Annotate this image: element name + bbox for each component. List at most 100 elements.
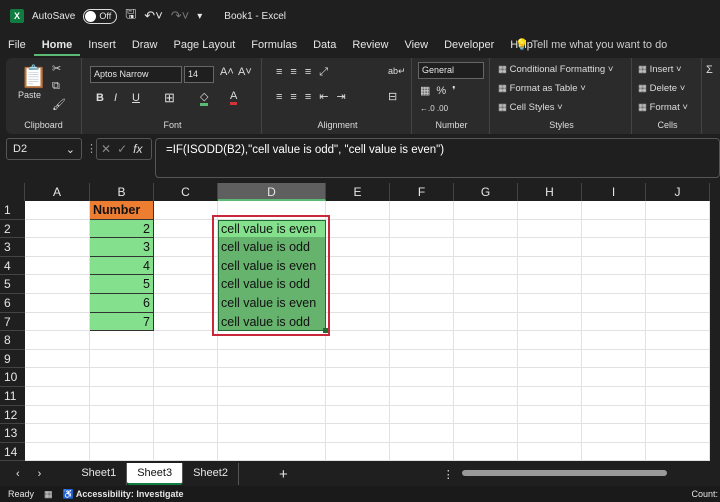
cell-H12[interactable] [518,405,582,425]
decimal-icons[interactable]: ←.0 .00 [420,104,448,113]
cell-I13[interactable] [582,424,646,443]
cell-C5[interactable] [154,275,218,294]
row-header-9[interactable]: 9 [0,349,25,369]
cell-A4[interactable] [25,256,90,276]
number-format-icons[interactable]: ▦%❜ [420,84,462,97]
cell-F12[interactable] [390,405,454,425]
cell-I9[interactable] [582,349,646,369]
cell-A12[interactable] [25,405,90,425]
cell-I8[interactable] [582,331,646,350]
cell-J14[interactable] [646,442,710,461]
spreadsheet-grid[interactable]: A B C D E F G H I J 1 Number 2 2 cell value is even 3 3 c… [0,183,710,461]
row-header-2[interactable]: 2 [0,219,25,239]
accessibility-status[interactable]: ♿ Accessibility: Investigate [63,489,184,500]
format-as-table-button[interactable]: ▦ Format as Table ˅ [498,83,586,94]
cell-E13[interactable] [326,424,390,443]
cell-I3[interactable] [582,238,646,257]
cell-H10[interactable] [518,368,582,387]
cell-C7[interactable] [154,312,218,332]
cell-J9[interactable] [646,349,710,369]
cell-H6[interactable] [518,294,582,313]
formula-bar[interactable]: =IF(ISODD(B2),"cell value is odd", "cell… [155,138,720,178]
tab-draw[interactable]: Draw [124,36,166,56]
tab-review[interactable]: Review [344,36,396,56]
tell-me-search[interactable]: 💡 Tell me what you want to do [515,38,667,51]
cell-G6[interactable] [454,294,518,313]
cell-G2[interactable] [454,219,518,239]
cell-H13[interactable] [518,424,582,443]
cell-B9[interactable] [90,349,154,369]
font-name-select[interactable]: Aptos Narrow [90,66,182,83]
cell-J5[interactable] [646,275,710,294]
cell-B11[interactable] [90,387,154,406]
cell-E7[interactable] [326,312,390,332]
cell-H7[interactable] [518,312,582,332]
cell-F9[interactable] [390,349,454,369]
tab-page-layout[interactable]: Page Layout [165,36,243,56]
cell-C3[interactable] [154,238,218,257]
font-color-icon[interactable]: A [230,90,238,105]
format-button[interactable]: ▦ Format ˅ [638,102,688,113]
cell-E14[interactable] [326,442,390,461]
cell-I6[interactable] [582,294,646,313]
cell-A8[interactable] [25,331,90,350]
add-sheet-icon[interactable]: + [279,466,288,483]
cell-A2[interactable] [25,219,90,239]
cell-H4[interactable] [518,256,582,276]
cell-I14[interactable] [582,442,646,461]
cell-J2[interactable] [646,219,710,239]
column-header-F[interactable]: F [390,183,454,201]
cell-E3[interactable] [326,238,390,257]
cell-G8[interactable] [454,331,518,350]
cell-J12[interactable] [646,405,710,425]
cell-E1[interactable] [326,201,390,220]
cell-F3[interactable] [390,238,454,257]
cell-I1[interactable] [582,201,646,220]
row-header-7[interactable]: 7 [0,312,25,332]
cell-C13[interactable] [154,424,218,443]
cell-G7[interactable] [454,312,518,332]
cell-D10[interactable] [218,368,326,387]
cell-E11[interactable] [326,387,390,406]
cell-C2[interactable] [154,219,218,239]
sheet-tab-sheet3[interactable]: Sheet3 [127,463,184,485]
row-header-3[interactable]: 3 [0,238,25,257]
cell-B7[interactable]: 7 [90,312,154,332]
cell-J6[interactable] [646,294,710,313]
cell-C9[interactable] [154,349,218,369]
cell-A6[interactable] [25,294,90,313]
horizontal-scroll-thumb[interactable] [462,470,667,476]
delete-button[interactable]: ▦ Delete ˅ [638,83,685,94]
cell-D9[interactable] [218,349,326,369]
cell-E10[interactable] [326,368,390,387]
macro-icon[interactable]: ▦ [44,489,53,500]
cell-I10[interactable] [582,368,646,387]
cell-H9[interactable] [518,349,582,369]
row-header-12[interactable]: 12 [0,405,25,425]
cell-G3[interactable] [454,238,518,257]
row-header-4[interactable]: 4 [0,256,25,276]
cell-C11[interactable] [154,387,218,406]
format-painter-icon[interactable]: 🖌 [52,98,66,111]
cell-E6[interactable] [326,294,390,313]
row-header-10[interactable]: 10 [0,368,25,387]
cell-B1[interactable]: Number [90,201,154,220]
paste-button[interactable]: Paste [18,90,41,100]
cell-D14[interactable] [218,442,326,461]
cell-I7[interactable] [582,312,646,332]
cell-H1[interactable] [518,201,582,220]
cell-G12[interactable] [454,405,518,425]
cell-D13[interactable] [218,424,326,443]
cell-D11[interactable] [218,387,326,406]
name-box[interactable]: D2 ⌄ [6,138,82,160]
cell-B6[interactable]: 6 [90,294,154,313]
cell-F5[interactable] [390,275,454,294]
cell-B14[interactable] [90,442,154,461]
cell-C14[interactable] [154,442,218,461]
row-header-6[interactable]: 6 [0,294,25,313]
increase-font-icon[interactable]: A˄ [220,66,234,78]
cell-C12[interactable] [154,405,218,425]
cell-I11[interactable] [582,387,646,406]
cell-F13[interactable] [390,424,454,443]
cell-J11[interactable] [646,387,710,406]
